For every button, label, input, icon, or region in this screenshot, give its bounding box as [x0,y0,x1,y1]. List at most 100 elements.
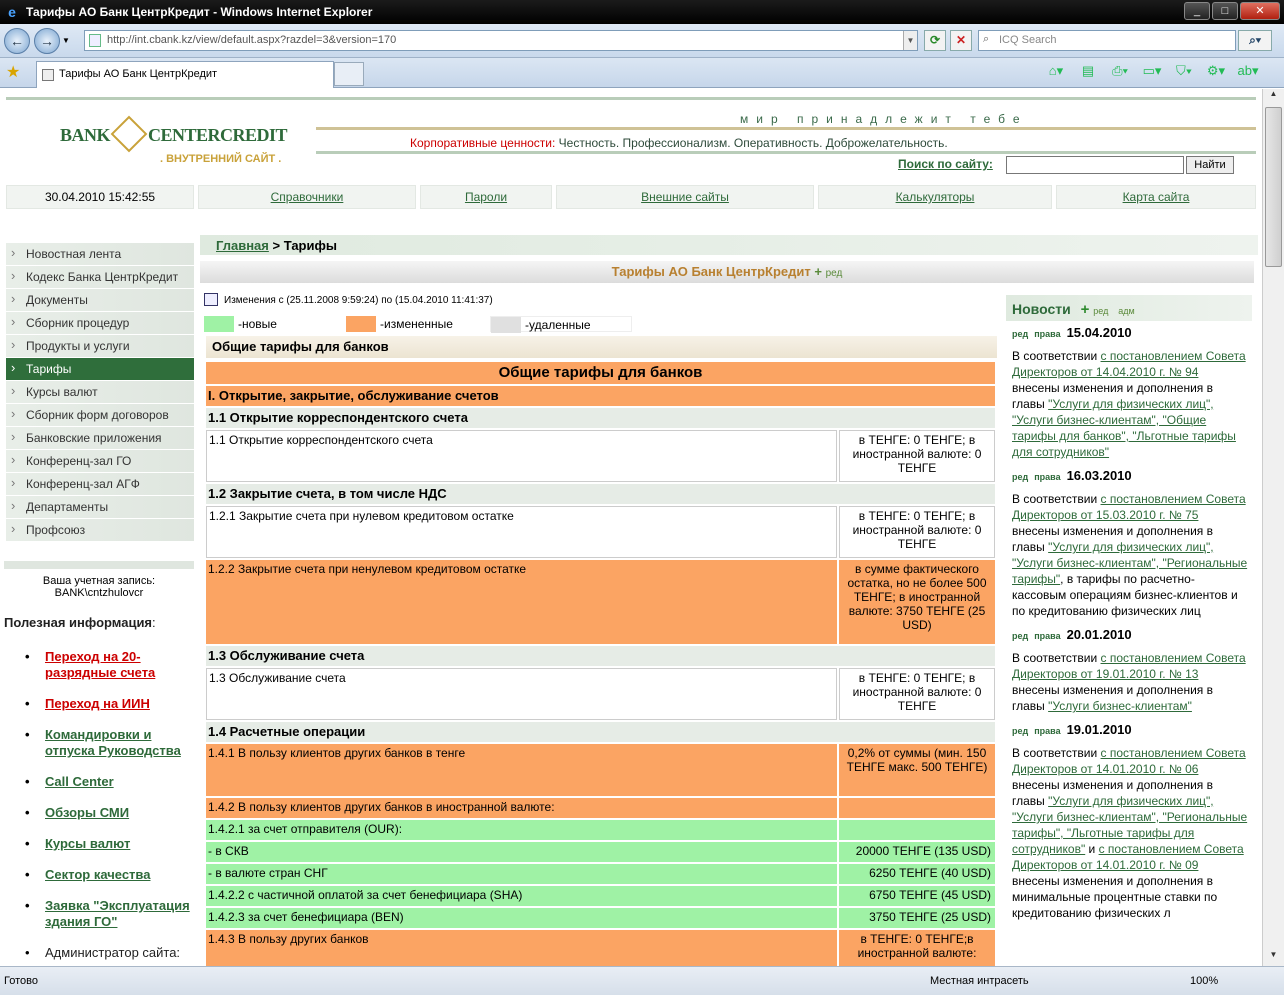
address-bar[interactable]: http://int.cbank.kz/view/default.aspx?ra… [84,30,918,51]
stop-button[interactable]: ✕ [950,30,972,51]
site-search-input[interactable] [1006,156,1184,174]
sidebar-item-contract-forms[interactable]: Сборник форм договоров [6,404,194,427]
useful-link-media[interactable]: Обзоры СМИ [24,805,196,821]
values-text: Честность. Профессионализм. Оперативност… [558,136,948,150]
nav-link-sitemap[interactable]: Карта сайта [1056,185,1256,209]
useful-link-trips[interactable]: Командировки и отпуска Руководства [24,727,196,759]
sidebar-item-news-feed[interactable]: Новостная лента [6,243,194,266]
row-description: - в СКВ [206,842,837,862]
sidebar-item-conference-agf[interactable]: Конференц-зал АГФ [6,473,194,496]
news-tag-rights[interactable]: права [1034,631,1060,641]
news-tag-edit[interactable]: ред [1012,329,1028,339]
scroll-up-icon[interactable]: ▲ [1265,89,1282,105]
useful-link-request[interactable]: Заявка "Эксплуатация здания ГО" [24,898,196,930]
search-go-button[interactable]: ⌕▾ [1238,30,1272,51]
useful-link-rates[interactable]: Курсы валют [24,836,196,852]
sidebar-item-documents[interactable]: Документы [6,289,194,312]
sidebar-item-bank-code[interactable]: Кодекс Банка ЦентрКредит [6,266,194,289]
news-tag-rights[interactable]: права [1034,726,1060,736]
add-icon[interactable]: + [814,264,822,279]
breadcrumb-home[interactable]: Главная [216,238,269,253]
sidebar-item-exchange-rates[interactable]: Курсы валют [6,381,194,404]
useful-link-quality[interactable]: Сектор качества [24,867,196,883]
news-admin-link[interactable]: адм [1118,306,1134,316]
useful-link-iin[interactable]: Переход на ИИН [24,696,196,712]
useful-link-call-center[interactable]: Call Center [24,774,196,790]
address-url: http://int.cbank.kz/view/default.aspx?ra… [107,34,397,46]
page-menu-icon[interactable]: ▭▾ [1140,63,1164,83]
vertical-scrollbar[interactable]: ▲ ▼ [1262,89,1284,966]
research-icon[interactable]: ab▾ [1236,63,1260,83]
sidebar-item-tariffs[interactable]: Тарифы [6,358,194,381]
news-text: внесены изменения и дополнения в минимал… [1012,874,1218,920]
back-button[interactable]: ← [4,28,30,54]
useful-title-colon: : [152,615,156,630]
news-tag-edit[interactable]: ред [1012,631,1028,641]
sidebar-item-procedures[interactable]: Сборник процедур [6,312,194,335]
news-link[interactable]: "Услуги бизнес-клиентам" [1048,699,1192,713]
zoom-level[interactable]: 100% [1190,975,1218,987]
news-body: В соответствии с постановлением Совета Д… [1012,491,1248,619]
table-subsection: 1.1 Открытие корреспондентского счета [206,408,995,428]
sidebar-item-union[interactable]: Профсоюз [6,519,194,542]
tools-gear-icon[interactable]: ⚙▾ [1204,63,1228,83]
row-description: 1.3 Обслуживание счета [206,668,837,720]
row-description: 1.1 Открытие корреспондентского счета [206,430,837,482]
news-edit-link[interactable]: ред [1093,306,1108,316]
row-value: 6750 ТЕНГЕ (45 USD) [839,886,995,906]
close-button[interactable]: ✕ [1240,2,1280,20]
scroll-thumb[interactable] [1265,107,1282,267]
site-search-label: Поиск по сайту: [898,157,993,171]
news-text: В соответствии [1012,651,1101,665]
search-input[interactable]: ⌕ ICQ Search [978,30,1236,51]
nav-link-directories[interactable]: Справочники [198,185,416,209]
row-description: 1.4.2.3 за счет бенефициара (BEN) [206,908,837,928]
useful-link-20-digit[interactable]: Переход на 20-разрядные счета [24,649,196,681]
sidebar: Новостная лента Кодекс Банка ЦентрКредит… [6,243,194,542]
logo-right: CENTERCREDIT [148,125,288,145]
forward-button[interactable]: → [34,28,60,54]
print-icon[interactable]: ⎙▾ [1108,63,1132,83]
sidebar-item-departments[interactable]: Департаменты [6,496,194,519]
navigation-bar: ← → ▼ http://int.cbank.kz/view/default.a… [0,24,1284,58]
row-value: в ТЕНГЕ: 0 ТЕНГЕ;в иностранной валюте: [839,930,995,966]
row-description: 1.4.3 В пользу других банков [206,930,837,966]
news-tag-edit[interactable]: ред [1012,726,1028,736]
logo-mark-icon [110,115,148,153]
ie-logo-icon: e [8,4,16,20]
site-logo[interactable]: BANK CENTERCREDIT [60,115,288,153]
table-row: - в СКВ 20000 ТЕНГЕ (135 USD) [206,842,995,862]
command-bar: ⌂▾ ▤ ⎙▾ ▭▾ ⛉▾ ⚙▾ ab▾ [1044,63,1260,83]
news-tag-rights[interactable]: права [1034,472,1060,482]
nav-link-passwords[interactable]: Пароли [420,185,552,209]
favorites-star-icon[interactable]: ★ [6,62,20,82]
feeds-icon[interactable]: ▤ [1076,63,1100,83]
address-dropdown-icon[interactable]: ▼ [903,31,917,50]
safety-icon[interactable]: ⛉▾ [1172,63,1196,83]
news-tag-rights[interactable]: права [1034,329,1060,339]
new-tab-button[interactable] [334,62,364,86]
sidebar-item-conference-go[interactable]: Конференц-зал ГО [6,450,194,473]
history-dropdown-icon[interactable]: ▼ [62,36,70,45]
changes-icon[interactable] [204,293,218,306]
home-icon[interactable]: ⌂▾ [1044,63,1068,83]
nav-link-external-sites[interactable]: Внешние сайты [556,185,814,209]
site-search-button[interactable]: Найти [1186,156,1234,174]
security-zone[interactable]: Местная интрасеть [930,975,1029,987]
nav-link-calculators[interactable]: Калькуляторы [818,185,1052,209]
news-date: 19.01.2010 [1066,722,1132,737]
news-tag-edit[interactable]: ред [1012,472,1028,482]
news-add-icon[interactable]: + [1081,301,1090,318]
refresh-button[interactable]: ⟳ [924,30,946,51]
page-edit-link[interactable]: ред [826,268,843,279]
scroll-down-icon[interactable]: ▼ [1265,950,1282,966]
news-date: 20.01.2010 [1066,627,1132,642]
news-body: В соответствии с постановлением Совета Д… [1012,745,1248,921]
news-item: ред права 16.03.2010 В соответствии с пост… [1006,464,1252,623]
sidebar-item-products[interactable]: Продукты и услуги [6,335,194,358]
tab-active[interactable]: Тарифы АО Банк ЦентрКредит [36,61,334,88]
sidebar-item-bank-apps[interactable]: Банковские приложения [6,427,194,450]
maximize-button[interactable]: □ [1212,2,1238,20]
legend-changed-swatch [346,316,376,332]
minimize-button[interactable]: _ [1184,2,1210,20]
